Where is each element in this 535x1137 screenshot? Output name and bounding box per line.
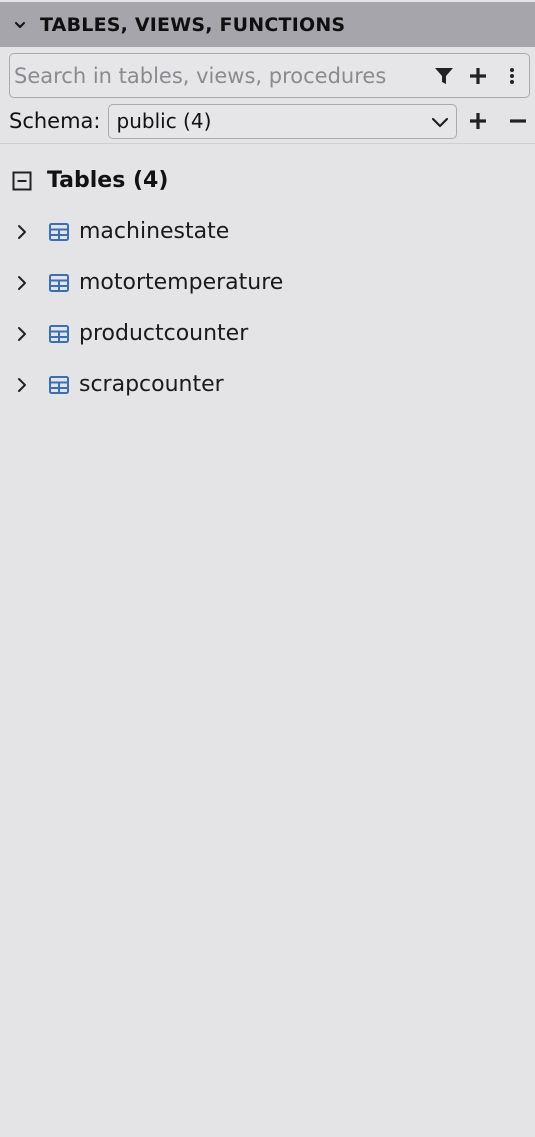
filter-icon [435,67,453,84]
chevron-down-icon[interactable] [12,17,28,33]
tree-item[interactable]: machinestate [0,206,535,257]
object-tree: Tables (4) machinestate motortemperature… [0,155,535,410]
more-vertical-icon [510,67,514,84]
chevron-right-icon[interactable] [13,325,31,343]
table-icon [49,273,69,292]
tree-item-label: machinestate [79,219,230,244]
tree-group-label: Tables (4) [47,168,169,193]
add-schema-button[interactable] [461,104,495,138]
search-input[interactable] [10,62,427,89]
tree-item-label: motortemperature [79,270,284,295]
table-icon [49,222,69,241]
chevron-right-icon[interactable] [13,223,31,241]
table-icon [49,375,69,394]
divider [0,143,535,144]
more-options-button[interactable] [495,59,529,93]
tree-item-label: productcounter [79,321,249,346]
search-box [9,53,530,98]
schema-row: Schema: public (4) [9,103,535,139]
chevron-right-icon[interactable] [13,376,31,394]
remove-schema-button[interactable] [501,104,535,138]
collapse-icon[interactable] [12,171,32,191]
plus-icon [470,113,487,129]
add-button[interactable] [461,59,495,93]
chevron-down-icon [432,117,449,127]
table-icon [49,324,69,343]
chevron-right-icon[interactable] [13,274,31,292]
tree-group-tables[interactable]: Tables (4) [0,155,535,206]
tree-item[interactable]: productcounter [0,308,535,359]
tree-item[interactable]: scrapcounter [0,359,535,410]
schema-selected-value: public (4) [116,109,212,133]
schema-label: Schema: [9,109,101,133]
schema-select[interactable]: public (4) [107,103,458,139]
panel-title: TABLES, VIEWS, FUNCTIONS [40,13,346,36]
filter-button[interactable] [427,59,461,93]
tree-item[interactable]: motortemperature [0,257,535,308]
panel-header[interactable]: TABLES, VIEWS, FUNCTIONS [0,2,535,47]
minus-icon [510,119,527,123]
tree-item-label: scrapcounter [79,372,224,397]
plus-icon [470,67,486,84]
